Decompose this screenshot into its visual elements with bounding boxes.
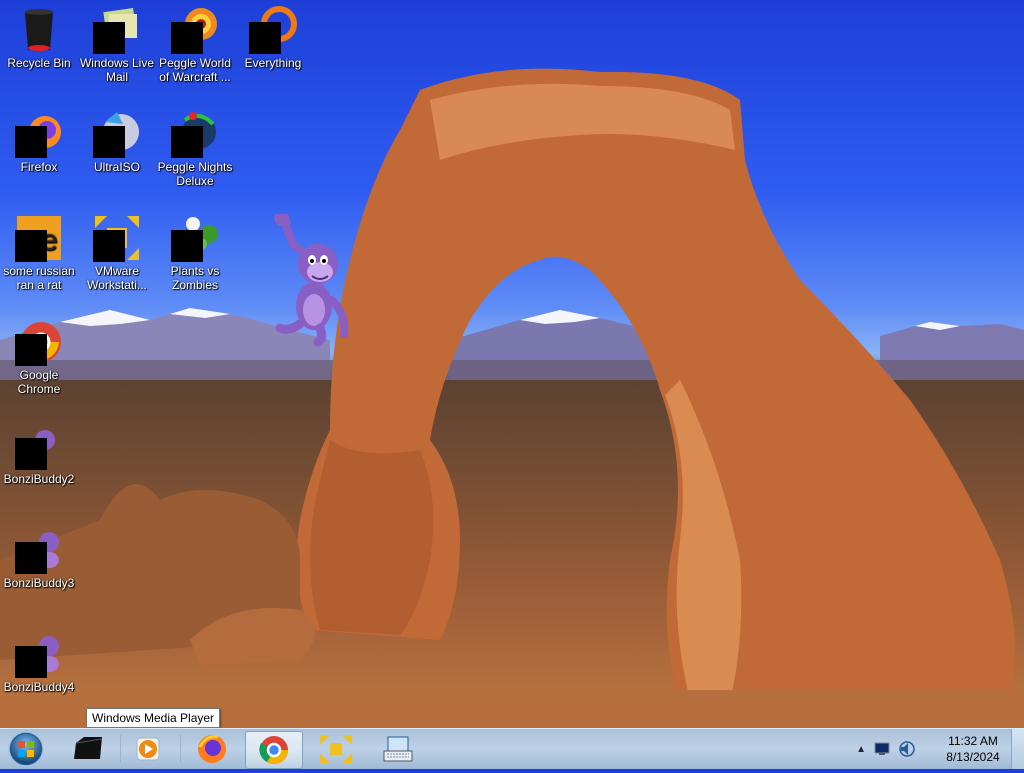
- desktop-icon-label: Firefox: [20, 160, 58, 174]
- clock[interactable]: 11:32 AM 8/13/2024: [938, 733, 1008, 765]
- desktop-icon-google-chrome[interactable]: Google Chrome: [0, 318, 78, 396]
- taskbar-google-chrome[interactable]: [245, 731, 303, 769]
- desktop-icon-everything[interactable]: Everything: [234, 6, 312, 70]
- taskbar-on-screen-keyboard[interactable]: [370, 731, 426, 767]
- pvz-icon: [171, 214, 219, 262]
- desktop-icon-label: Peggle World of Warcraft ...: [159, 56, 231, 84]
- black-box-icon: [74, 737, 103, 759]
- ultraiso-icon: [93, 110, 141, 158]
- taskbar-vmware[interactable]: [308, 731, 364, 767]
- media-player-icon: [136, 737, 160, 761]
- bonzibuddy-icon: [15, 526, 63, 574]
- desktop-icon-label: some russian ran a rat: [3, 264, 75, 292]
- recycle-bin-icon: [15, 6, 63, 54]
- desktop-icon-bonzibuddy3[interactable]: BonziBuddy3: [0, 526, 78, 590]
- taskbar-windows-media-player[interactable]: [120, 731, 176, 767]
- tooltip: Windows Media Player: [86, 708, 221, 728]
- desktop-icon-label: BonziBuddy4: [3, 680, 75, 694]
- app-icon: e: [15, 214, 63, 262]
- desktop-icon-some-russian-ran-a-rat[interactable]: e some russian ran a rat: [0, 214, 78, 292]
- system-tray: ▲: [856, 729, 916, 769]
- desktop-icon-windows-live-mail[interactable]: Windows Live Mail: [78, 6, 156, 84]
- desktop-icon-label: Everything: [244, 56, 302, 70]
- firefox-icon: [198, 735, 226, 763]
- bonzibuddy-character[interactable]: [270, 214, 360, 354]
- desktop-icon-plants-vs-zombies[interactable]: Plants vs Zombies: [156, 214, 234, 292]
- desktop-icon-bonzibuddy2[interactable]: BonziBuddy2: [0, 422, 78, 486]
- desktop-icon-vmware[interactable]: VMware Workstati...: [78, 214, 156, 292]
- chrome-icon: [259, 736, 288, 764]
- desktop-icon-bonzibuddy4[interactable]: BonziBuddy4: [0, 630, 78, 694]
- desktop-icon-firefox[interactable]: Firefox: [0, 110, 78, 174]
- desktop-icon-label: BonziBuddy3: [3, 576, 75, 590]
- start-button[interactable]: [4, 730, 48, 768]
- desktop-icon-peggle-wow[interactable]: Peggle World of Warcraft ...: [156, 6, 234, 84]
- desktop-icon-label: Google Chrome: [17, 368, 61, 396]
- desktop-icon-label: VMware Workstati...: [87, 264, 147, 292]
- windows-live-mail-icon: [93, 6, 141, 54]
- desktop-icon-label: Peggle Nights Deluxe: [157, 160, 233, 188]
- desktop-icon-label: Plants vs Zombies: [170, 264, 220, 292]
- bonzibuddy-icon: [15, 630, 63, 678]
- network-icon[interactable]: [874, 742, 890, 756]
- firefox-icon: [15, 110, 63, 158]
- show-hidden-icons-icon[interactable]: ▲: [856, 744, 866, 755]
- clock-time: 11:32 AM: [948, 734, 998, 748]
- show-desktop-button[interactable]: [1011, 729, 1024, 769]
- volume-icon[interactable]: [898, 740, 916, 758]
- bonzibuddy-icon: [15, 422, 63, 470]
- taskbar-firefox[interactable]: [184, 731, 240, 767]
- desktop-icon-peggle-nights[interactable]: Peggle Nights Deluxe: [156, 110, 234, 188]
- desktop-icon-label: UltraISO: [93, 160, 140, 174]
- keyboard-icon: [383, 736, 413, 762]
- peggle-wow-icon: [171, 6, 219, 54]
- desktop-icon-label: Windows Live Mail: [79, 56, 155, 84]
- vmware-icon: [320, 735, 352, 763]
- taskbar-divider: [180, 735, 181, 763]
- windows-orb-icon: [8, 731, 44, 767]
- desktop-icon-recycle-bin[interactable]: Recycle Bin: [0, 6, 78, 70]
- desktop-icon-label: BonziBuddy2: [3, 472, 75, 486]
- everything-icon: [249, 6, 297, 54]
- peggle-nights-icon: [171, 110, 219, 158]
- clock-date: 8/13/2024: [946, 750, 1000, 764]
- desktop-icon-label: Recycle Bin: [7, 56, 71, 70]
- chrome-icon: [15, 318, 63, 366]
- vmware-icon: [93, 214, 141, 262]
- desktop-icon-ultraiso[interactable]: UltraISO: [78, 110, 156, 174]
- taskbar-app-black[interactable]: [60, 731, 116, 767]
- taskbar: ▲ 11:32 AM 8/13/2024: [0, 728, 1024, 769]
